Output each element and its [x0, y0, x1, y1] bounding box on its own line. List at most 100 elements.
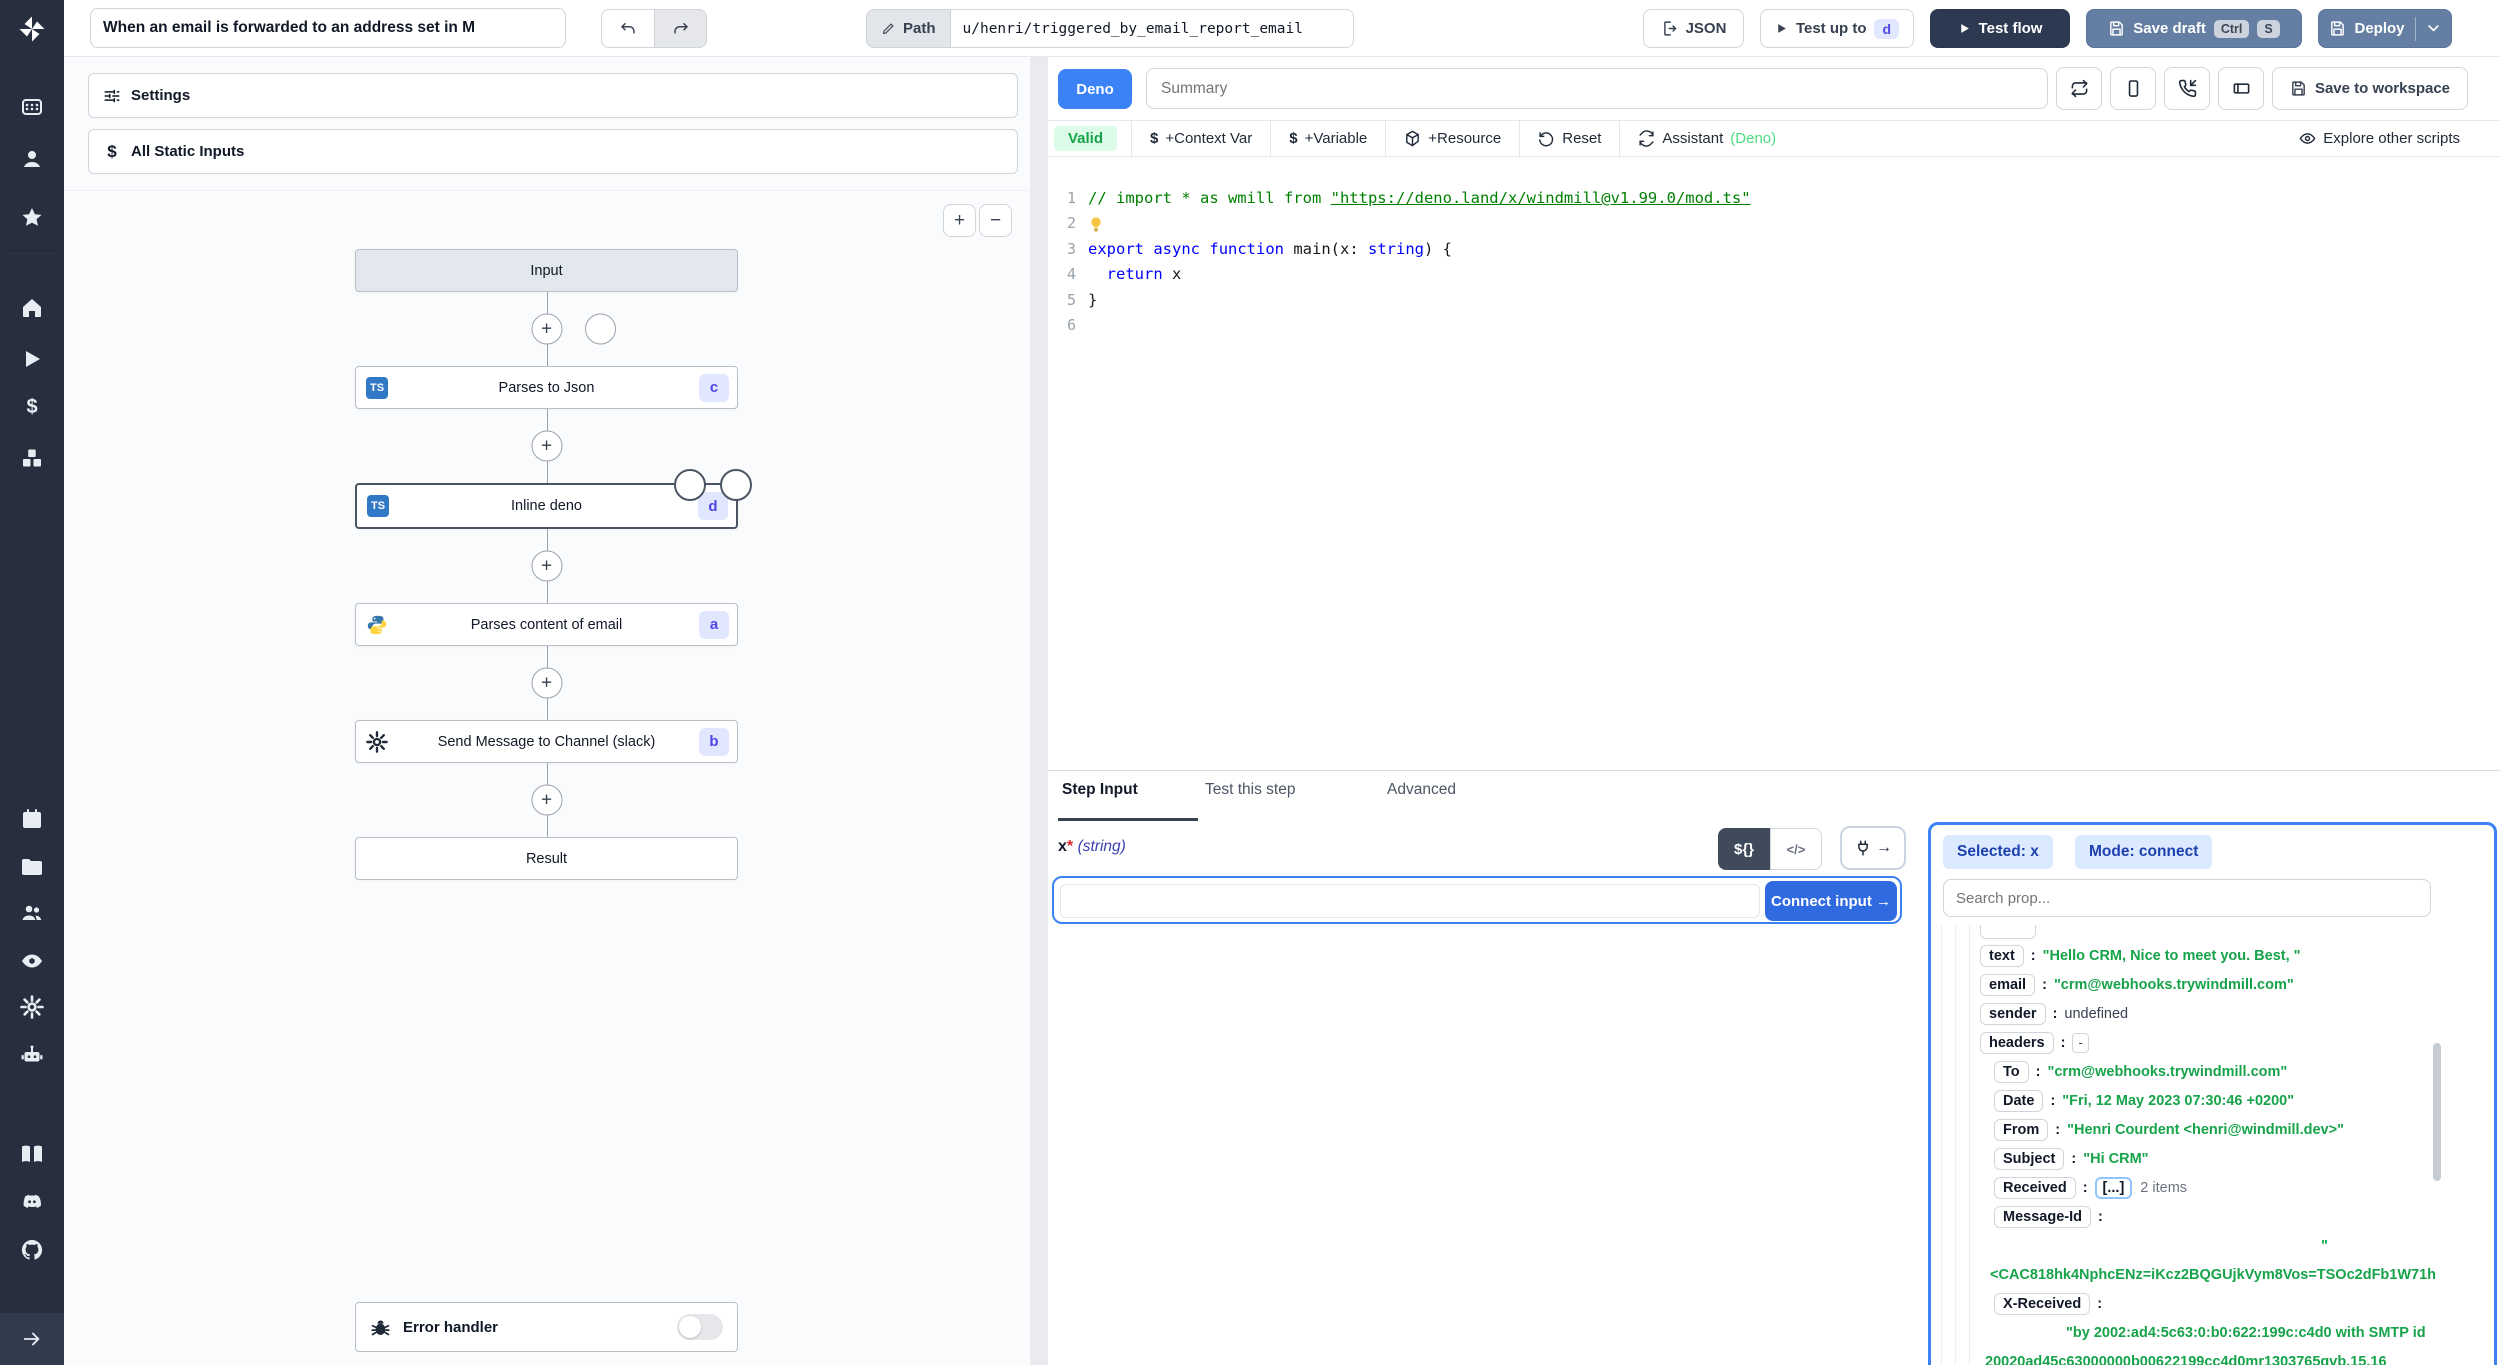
sidebar-item-star[interactable] — [20, 206, 44, 230]
sidebar-item-book[interactable] — [20, 1142, 44, 1166]
sidebar-expand-button[interactable] — [0, 1313, 64, 1365]
error-handler-toggle[interactable] — [677, 1314, 723, 1340]
zoom-out-button[interactable]: − — [979, 204, 1012, 237]
tab-advanced[interactable]: Advanced — [1387, 781, 1456, 799]
add-step-button[interactable]: + — [531, 430, 562, 462]
json-button[interactable]: JSON — [1643, 9, 1744, 48]
panel-layout-button[interactable] — [2218, 67, 2264, 110]
prop-key[interactable]: Received — [1994, 1176, 2076, 1199]
explore-other-scripts-button[interactable]: Explore other scripts — [2281, 121, 2478, 157]
add-step-button[interactable]: + — [531, 550, 562, 582]
sidebar-item-home[interactable] — [20, 296, 44, 320]
add-step-button[interactable]: + — [531, 313, 562, 345]
prop-row-sender[interactable]: sender: undefined — [1931, 999, 2494, 1028]
prop-value-line[interactable]: " — [1931, 1231, 2494, 1260]
prop-key[interactable]: headers — [1980, 1031, 2054, 1054]
trigger-button[interactable] — [584, 313, 616, 345]
redo-button[interactable] — [654, 9, 707, 48]
step-input-field[interactable] — [1060, 884, 1760, 918]
collapse-toggle[interactable]: - — [2072, 1032, 2089, 1053]
flow-title-input[interactable] — [90, 8, 566, 48]
prop-key[interactable]: text — [1980, 944, 2024, 967]
prop-value-line[interactable]: 20020ad45c63000000b00622199cc4d0mr130376… — [1931, 1347, 2494, 1365]
all-static-inputs-button[interactable]: $ All Static Inputs — [88, 129, 1018, 174]
test-flow-button[interactable]: Test flow — [1930, 9, 2070, 48]
path-chip[interactable]: Path — [866, 9, 950, 48]
assistant-button[interactable]: Assistant (Deno) — [1620, 121, 1794, 157]
deploy-button[interactable]: Deploy — [2318, 9, 2452, 48]
prop-key[interactable]: sender — [1980, 1002, 2046, 1025]
sidebar-item-robot[interactable] — [20, 1043, 44, 1067]
phone-incoming-button[interactable] — [2164, 67, 2210, 110]
connect-mode-button[interactable]: → — [1840, 826, 1906, 870]
sidebar-item-discord[interactable] — [20, 1190, 44, 1214]
prop-value-line[interactable]: <CAC818hk4NphcENz=iKcz2BQGUjkVym8Vos=TSO… — [1931, 1260, 2494, 1289]
prop-row-date[interactable]: Date: "Fri, 12 May 2023 07:30:46 +0200" — [1931, 1086, 2494, 1115]
save-draft-button[interactable]: Save draft Ctrl S — [2086, 9, 2302, 48]
delete-node-button[interactable] — [720, 469, 752, 501]
tab-step-input[interactable]: Step Input — [1062, 781, 1138, 799]
search-prop-input[interactable] — [1943, 879, 2431, 917]
test-up-to-button[interactable]: Test up to d — [1760, 9, 1914, 48]
flow-node-input[interactable]: Input — [355, 249, 738, 292]
flow-settings-button[interactable]: Settings — [88, 73, 1018, 118]
add-variable-button[interactable]: $ +Variable — [1271, 121, 1385, 157]
scrollbar-thumb[interactable] — [2433, 1043, 2441, 1181]
code-editor[interactable]: 1// import * as wmill from "https://deno… — [1048, 157, 2500, 769]
add-resource-button[interactable]: +Resource — [1386, 121, 1519, 157]
template-mode-toggle[interactable]: ${} — [1718, 828, 1770, 870]
mobile-view-button[interactable] — [2110, 67, 2156, 110]
language-badge[interactable]: Deno — [1058, 69, 1132, 109]
panel-resize-handle[interactable] — [1030, 57, 1048, 1365]
lightbulb-icon[interactable] — [1088, 216, 1104, 232]
flow-node-parses-to-json[interactable]: TS Parses to Json c — [355, 366, 738, 409]
move-node-button[interactable] — [674, 469, 706, 501]
prop-row-from[interactable]: From: "Henri Courdent <henri@windmill.dev… — [1931, 1115, 2494, 1144]
windmill-logo[interactable] — [0, 0, 64, 57]
sidebar-item-dollar[interactable]: $ — [20, 395, 44, 419]
sidebar-item-app-window[interactable] — [20, 95, 44, 119]
sidebar-item-folder[interactable] — [20, 855, 44, 879]
prop-row-message-id[interactable]: Message-Id: — [1931, 1202, 2494, 1231]
prop-row-to[interactable]: To: "crm@webhooks.trywindmill.com" — [1931, 1057, 2494, 1086]
prop-row-headers[interactable]: headers: - — [1931, 1028, 2494, 1057]
code-mode-toggle[interactable]: </> — [1770, 828, 1822, 870]
add-step-button[interactable]: + — [531, 667, 562, 699]
tab-test-this-step[interactable]: Test this step — [1205, 781, 1295, 799]
prop-row-email[interactable]: email: "crm@webhooks.trywindmill.com" — [1931, 970, 2494, 999]
sidebar-item-users[interactable] — [20, 901, 44, 925]
prop-key[interactable]: Message-Id — [1994, 1205, 2091, 1228]
prop-row-subject[interactable]: Subject: "Hi CRM" — [1931, 1144, 2494, 1173]
zoom-in-button[interactable]: + — [943, 204, 976, 237]
sidebar-item-user[interactable] — [20, 147, 44, 171]
flow-node-send-message-to-channel-slack-[interactable]: Send Message to Channel (slack) b — [355, 720, 738, 763]
add-step-button[interactable]: + — [531, 784, 562, 816]
flow-node-inline-deno[interactable]: TS Inline deno d — [355, 469, 752, 529]
sidebar-item-boxes[interactable] — [20, 446, 44, 470]
prop-key[interactable]: X-Received — [1994, 1292, 2091, 1315]
prop-key[interactable]: From — [1994, 1118, 2049, 1141]
prop-key[interactable]: To — [1994, 1060, 2029, 1083]
connect-input-button[interactable]: Connect input → — [1765, 881, 1897, 921]
summary-input[interactable] — [1146, 68, 2048, 109]
sidebar-item-github[interactable] — [20, 1238, 44, 1262]
prop-key[interactable]: Subject — [1994, 1147, 2065, 1170]
sidebar-item-play[interactable] — [20, 347, 44, 371]
path-value-input[interactable]: u/henri/triggered_by_email_report_email — [949, 9, 1354, 48]
error-handler[interactable]: Error handler — [355, 1302, 738, 1352]
array-expand-toggle[interactable]: [...] — [2094, 1176, 2133, 1199]
save-to-workspace-button[interactable]: Save to workspace — [2272, 67, 2468, 110]
prop-value-line[interactable]: "by 2002:ad4:5c63:0:b0:622:199c:c4d0 wit… — [1931, 1318, 2494, 1347]
reset-button[interactable]: Reset — [1520, 121, 1619, 157]
flow-node-result[interactable]: Result — [355, 837, 738, 880]
prop-key[interactable]: Date — [1994, 1089, 2044, 1112]
prop-key[interactable]: email — [1980, 973, 2036, 996]
sidebar-item-eye[interactable] — [20, 949, 44, 973]
sidebar-item-calendar[interactable] — [20, 807, 44, 831]
sync-button[interactable] — [2056, 67, 2102, 110]
prop-row-text[interactable]: text: "Hello CRM, Nice to meet you. Best,… — [1931, 941, 2494, 970]
chevron-down-icon[interactable] — [2426, 21, 2441, 36]
flow-node-parses-content-of-email[interactable]: Parses content of email a — [355, 603, 738, 646]
prop-row-received[interactable]: Received: [...] 2 items — [1931, 1173, 2494, 1202]
prop-row-x-received[interactable]: X-Received: — [1931, 1289, 2494, 1318]
